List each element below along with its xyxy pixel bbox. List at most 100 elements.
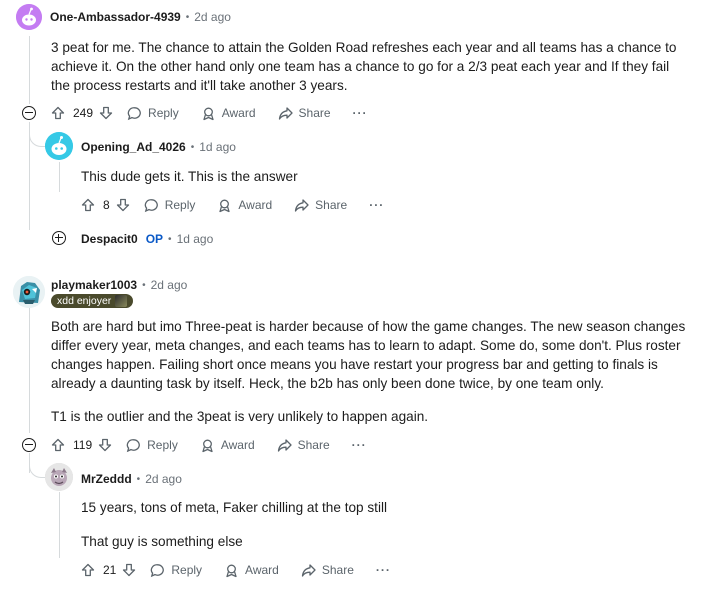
- comment-body: That guy is something else: [81, 534, 243, 549]
- share-button[interactable]: Share: [277, 438, 330, 453]
- share-icon: [277, 438, 292, 452]
- reply-button[interactable]: Reply: [127, 106, 179, 121]
- thread-line: [59, 162, 60, 192]
- comment-author[interactable]: MrZeddd: [81, 472, 132, 486]
- award-label: Award: [245, 563, 279, 577]
- reply-icon: [127, 106, 141, 120]
- award-button[interactable]: Award: [200, 438, 255, 453]
- expand-thread-button[interactable]: [52, 231, 66, 245]
- downvote-icon: [99, 106, 113, 120]
- comment-time[interactable]: 1d ago: [199, 140, 236, 154]
- reply-label: Reply: [164, 198, 196, 212]
- more-options-button[interactable]: ···: [369, 198, 384, 212]
- comment-body: 15 years, tons of meta, Faker chilling a…: [81, 500, 388, 515]
- share-label: Share: [298, 106, 331, 120]
- comment-author[interactable]: One-Ambassador-4939: [50, 10, 181, 24]
- comment-author[interactable]: Despacit0: [81, 232, 138, 246]
- reply-icon: [151, 563, 165, 577]
- vote-count: 21: [103, 563, 117, 577]
- downvote-button[interactable]: [99, 106, 113, 120]
- downvote-icon: [123, 563, 136, 577]
- comment-body: This dude gets it. This is the answer: [81, 169, 298, 184]
- more-options-button[interactable]: ···: [376, 563, 391, 577]
- comment-body: T1 is the outlier and the 3peat is very …: [51, 409, 429, 424]
- downvote-icon: [98, 438, 112, 452]
- share-icon: [278, 106, 293, 120]
- thread-line: [59, 492, 60, 558]
- comment-actions: 249 Reply Award Share ···: [51, 102, 368, 124]
- downvote-button[interactable]: [98, 438, 112, 452]
- more-options-button[interactable]: ···: [353, 106, 368, 120]
- separator-dot: •: [185, 11, 190, 23]
- reply-button[interactable]: Reply: [126, 438, 178, 453]
- award-button[interactable]: Award: [224, 563, 279, 578]
- upvote-icon: [81, 198, 95, 212]
- separator-dot: •: [136, 473, 141, 485]
- downvote-button[interactable]: [122, 563, 136, 577]
- share-button[interactable]: Share: [294, 198, 347, 213]
- avatar[interactable]: [45, 463, 73, 491]
- thread-line: [29, 305, 30, 433]
- more-options-button[interactable]: ···: [352, 438, 367, 452]
- comment-actions: 119 Reply Award Share ···: [51, 434, 367, 456]
- share-button[interactable]: Share: [278, 106, 331, 121]
- separator-dot: •: [142, 279, 146, 291]
- separator-dot: •: [190, 141, 195, 153]
- award-icon: [219, 199, 231, 212]
- share-label: Share: [321, 563, 354, 577]
- collapse-thread-button[interactable]: [22, 106, 36, 120]
- op-badge: OP: [145, 232, 164, 246]
- reply-label: Reply: [171, 563, 203, 577]
- upvote-icon: [81, 563, 95, 577]
- downvote-button[interactable]: [116, 198, 130, 212]
- upvote-button[interactable]: [51, 106, 65, 120]
- avatar[interactable]: [13, 276, 45, 308]
- vote-count: 249: [73, 106, 94, 120]
- share-icon: [295, 198, 309, 212]
- reply-icon: [126, 438, 141, 452]
- award-label: Award: [238, 198, 273, 212]
- user-flair: xdd enjoyer: [51, 294, 134, 308]
- reply-button[interactable]: Reply: [144, 198, 196, 213]
- reply-label: Reply: [147, 438, 178, 452]
- share-button[interactable]: Share: [301, 563, 354, 578]
- award-icon: [202, 439, 213, 452]
- flair-emote-icon: [115, 295, 128, 307]
- downvote-icon: [116, 198, 129, 212]
- share-icon: [301, 563, 316, 577]
- comment-time[interactable]: 2d ago: [145, 472, 182, 486]
- award-icon: [203, 107, 214, 120]
- collapse-thread-button[interactable]: [22, 438, 36, 452]
- upvote-button[interactable]: [81, 563, 95, 577]
- comment-time[interactable]: 2d ago: [194, 10, 231, 24]
- snoo-avatar-icon: [13, 276, 45, 308]
- thread-line: [29, 36, 30, 104]
- snoo-avatar-icon: [45, 132, 73, 160]
- comment-body: Both are hard but imo Three-peat is hard…: [51, 319, 686, 391]
- separator-dot: •: [168, 233, 172, 245]
- comment-author[interactable]: playmaker1003: [51, 278, 137, 292]
- upvote-button[interactable]: [81, 198, 95, 212]
- vote-count: 8: [103, 198, 110, 212]
- reply-label: Reply: [148, 106, 179, 120]
- comment-actions: 8 Reply Award Share ···: [81, 194, 384, 216]
- award-button[interactable]: Award: [217, 198, 272, 213]
- upvote-icon: [51, 106, 65, 120]
- award-label: Award: [221, 106, 256, 120]
- comment-time[interactable]: 2d ago: [151, 278, 188, 292]
- comment-author[interactable]: Opening_Ad_4026: [81, 140, 186, 154]
- avatar[interactable]: [45, 132, 73, 160]
- award-label: Award: [220, 438, 255, 452]
- snoo-avatar-icon: [45, 463, 73, 491]
- share-label: Share: [297, 438, 330, 452]
- comment-body: 3 peat for me. The chance to attain the …: [51, 40, 677, 93]
- upvote-button[interactable]: [51, 438, 65, 452]
- comment-actions: 21 Reply Award Share ···: [81, 559, 391, 581]
- share-label: Share: [315, 198, 348, 212]
- avatar[interactable]: [16, 4, 42, 30]
- reply-button[interactable]: Reply: [150, 563, 202, 578]
- snoo-avatar-icon: [16, 4, 42, 30]
- vote-count: 119: [73, 438, 93, 452]
- comment-time[interactable]: 1d ago: [177, 232, 214, 246]
- award-button[interactable]: Award: [201, 106, 256, 121]
